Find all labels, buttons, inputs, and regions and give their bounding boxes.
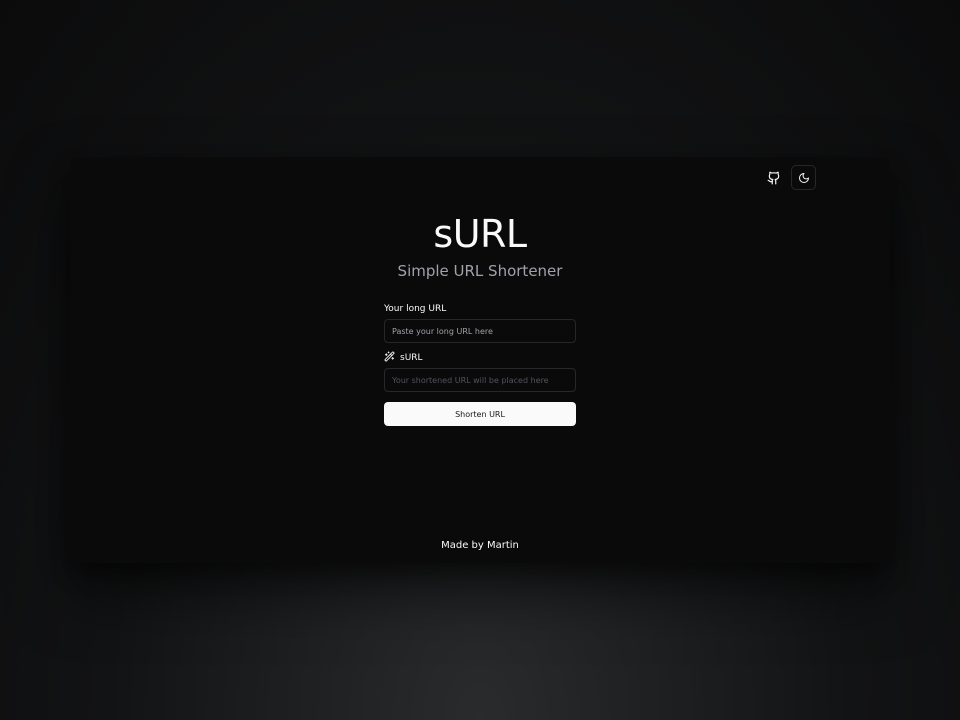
short-url-field-group: sURL (384, 351, 576, 392)
magic-wand-icon (384, 351, 395, 365)
long-url-input[interactable] (384, 319, 576, 343)
moon-icon (798, 172, 810, 184)
long-url-label-text: Your long URL (384, 304, 447, 314)
hero: sURL Simple URL Shortener (70, 211, 890, 280)
github-icon (767, 171, 781, 185)
theme-toggle-button[interactable] (791, 165, 816, 190)
app-title: sURL (433, 212, 527, 256)
footer-credit: Made by Martin (441, 540, 519, 551)
shorten-url-button[interactable]: Shorten URL (384, 402, 576, 426)
short-url-label: sURL (384, 351, 576, 365)
long-url-label: Your long URL (384, 303, 576, 315)
short-url-output[interactable] (384, 368, 576, 392)
github-link-button[interactable] (761, 165, 786, 190)
header-actions (761, 165, 816, 190)
short-url-label-text: sURL (400, 353, 423, 363)
shorten-form: Your long URL sU (384, 303, 576, 426)
app-window: sURL Simple URL Shortener Your long URL (70, 157, 890, 563)
long-url-field-group: Your long URL (384, 303, 576, 343)
app-subtitle: Simple URL Shortener (397, 262, 563, 280)
